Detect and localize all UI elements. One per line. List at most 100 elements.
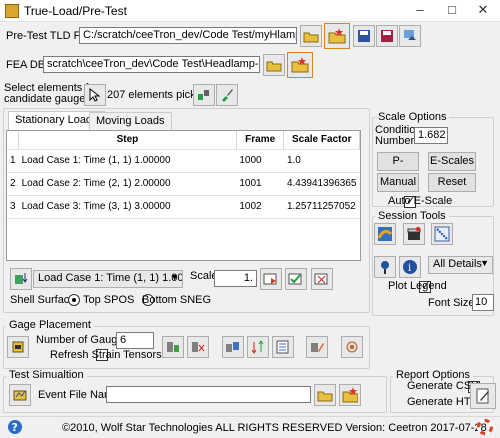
plot-legend-label: Plot Legend	[388, 280, 447, 292]
save-as-button[interactable]	[376, 25, 398, 47]
event-open-folder-button[interactable]	[314, 384, 336, 406]
color-plot-icon	[377, 227, 393, 241]
reset-button[interactable]: Reset	[428, 173, 476, 192]
minimize-button[interactable]: –	[405, 3, 435, 19]
col-header-step[interactable]: Step	[18, 131, 237, 150]
row-frame: 1000	[236, 149, 284, 173]
session-tool-button-4[interactable]	[374, 256, 396, 278]
number-of-gauges-spinner[interactable]: 6	[116, 332, 154, 349]
e-scales-button[interactable]: E-Scales	[428, 152, 476, 171]
gauge-tool-g-button[interactable]	[341, 336, 363, 358]
maximize-button[interactable]: □	[437, 3, 467, 19]
session-tools-title: Session Tools	[375, 210, 449, 222]
new-folder-icon	[342, 387, 358, 403]
chevron-down-icon: ▼	[480, 258, 489, 268]
session-tool-button-3[interactable]	[431, 223, 453, 245]
gauge-tool-f-button[interactable]	[306, 336, 328, 358]
scale-options-title: Scale Options	[375, 111, 450, 123]
open-folder-button[interactable]	[300, 25, 322, 47]
gage-placement-title: Gage Placement	[6, 319, 94, 331]
scale-input[interactable]: 1.	[214, 270, 257, 287]
details-dropdown[interactable]: All Details ▼	[428, 256, 493, 274]
row-scale[interactable]: 1.25711257052	[283, 195, 360, 219]
top-spos-label: Top SPOS	[83, 294, 135, 306]
manual-button[interactable]: Manual	[377, 173, 419, 192]
elements-icon	[198, 90, 209, 100]
event-file-field[interactable]	[106, 386, 311, 403]
gauge-sort-icon	[251, 340, 264, 354]
element-tool-button-2[interactable]	[216, 84, 238, 106]
session-tool-button-2[interactable]	[403, 223, 425, 245]
details-dropdown-value: All Details	[433, 258, 482, 270]
table-header-row: Step Frame Scale Factor	[7, 131, 360, 150]
lifebuoy-icon	[477, 419, 493, 435]
scale-check-button[interactable]	[285, 268, 307, 290]
condition-label-line2: Number	[375, 135, 415, 147]
footer-copyright: ©2010, Wolf Star Technologies ALL RIGHTS…	[62, 422, 487, 434]
chevron-down-icon: ▼	[170, 272, 179, 282]
row-scale[interactable]: 1.0	[283, 149, 360, 173]
report-edit-button[interactable]	[470, 383, 496, 409]
scale-clear-button[interactable]	[311, 268, 333, 290]
support-button[interactable]	[475, 417, 495, 437]
session-tool-button-5[interactable]: i	[399, 256, 421, 278]
refresh-strain-label: Refresh Strain Tensors	[50, 349, 162, 361]
gauge-tool-d-button[interactable]	[247, 336, 269, 358]
gauge-tool-e-button[interactable]	[272, 336, 294, 358]
fea-open-folder-button[interactable]	[263, 54, 285, 76]
scale-apply-button[interactable]	[260, 268, 282, 290]
row-scale[interactable]: 4.43941396365	[283, 172, 360, 196]
table-row[interactable]: 2 Load Case 2: Time (2, 1) 2.00000 1001 …	[7, 172, 360, 196]
session-tool-button-1[interactable]	[374, 223, 396, 245]
save-as-icon	[381, 30, 393, 42]
font-size-spinner[interactable]: 10	[472, 294, 494, 311]
pin-icon	[381, 261, 389, 274]
select-elements-line2: candidate gauges	[4, 93, 91, 105]
help-button[interactable]: ?	[5, 417, 25, 437]
gauge-tool-a-button[interactable]	[162, 336, 184, 358]
gauge-tool-b-button[interactable]	[187, 336, 209, 358]
number-of-gauges-label: Number of Gauges	[36, 334, 129, 346]
new-file-button[interactable]	[324, 23, 350, 49]
generate-csv-label: Generate CSV	[407, 380, 479, 392]
save-button[interactable]	[353, 25, 375, 47]
row-frame: 1001	[236, 172, 284, 196]
load-arrow-icon	[15, 273, 28, 284]
top-spos-radio[interactable]	[68, 294, 80, 306]
tab-moving-loads[interactable]: Moving Loads	[89, 112, 172, 130]
fea-new-button[interactable]	[287, 52, 313, 78]
row-step: Load Case 3: Time (3, 1) 3.00000	[18, 195, 237, 219]
tools-button[interactable]	[399, 25, 421, 47]
gauge-list-icon	[276, 340, 289, 354]
new-folder-icon	[291, 57, 309, 73]
event-new-button[interactable]	[339, 384, 361, 406]
col-header-frame[interactable]: Frame	[236, 131, 285, 150]
p-scales-button[interactable]: P-Scales	[377, 152, 419, 184]
loadcase-dropdown[interactable]: Load Case 1: Time (1, 1) 1.00000 ▼	[33, 270, 183, 288]
table-row[interactable]: 3 Load Case 3: Time (3, 1) 3.00000 1002 …	[7, 195, 360, 219]
condition-number-field[interactable]: 1.682	[414, 127, 448, 144]
svg-text:?: ?	[12, 421, 18, 434]
load-icon-button[interactable]	[10, 268, 32, 290]
gauge-arrange-icon	[226, 342, 239, 352]
gauge-tool-button[interactable]	[7, 336, 29, 358]
save-icon	[358, 30, 370, 42]
measure-icon	[434, 226, 450, 242]
fea-db-field[interactable]: scratch\ceeTron_dev\Code Test\Headlamp-G…	[43, 56, 260, 73]
gauge-edit-icon	[311, 343, 324, 352]
tld-file-field[interactable]: C:/scratch/ceeTron_dev/Code Test/myHlamp…	[79, 27, 297, 44]
clapper-icon	[407, 227, 421, 240]
fea-label: FEA DB:	[6, 59, 49, 71]
table-row[interactable]: 1 Load Case 1: Time (1, 1) 1.00000 1000 …	[7, 149, 360, 173]
title-bar: True-Load/Pre-Test – □ ✕	[0, 0, 500, 22]
element-tool-button-1[interactable]	[193, 84, 215, 106]
gauge-tool-c-button[interactable]	[222, 336, 244, 358]
cursor-icon	[89, 88, 101, 102]
pick-elements-button[interactable]	[84, 84, 106, 106]
close-button[interactable]: ✕	[468, 3, 498, 19]
row-index: 3	[7, 195, 19, 219]
col-header-scale-factor[interactable]: Scale Factor	[283, 131, 360, 150]
font-size-label: Font Size:	[428, 297, 478, 309]
svg-text:i: i	[408, 263, 411, 274]
test-sim-icon-button[interactable]	[9, 384, 31, 406]
